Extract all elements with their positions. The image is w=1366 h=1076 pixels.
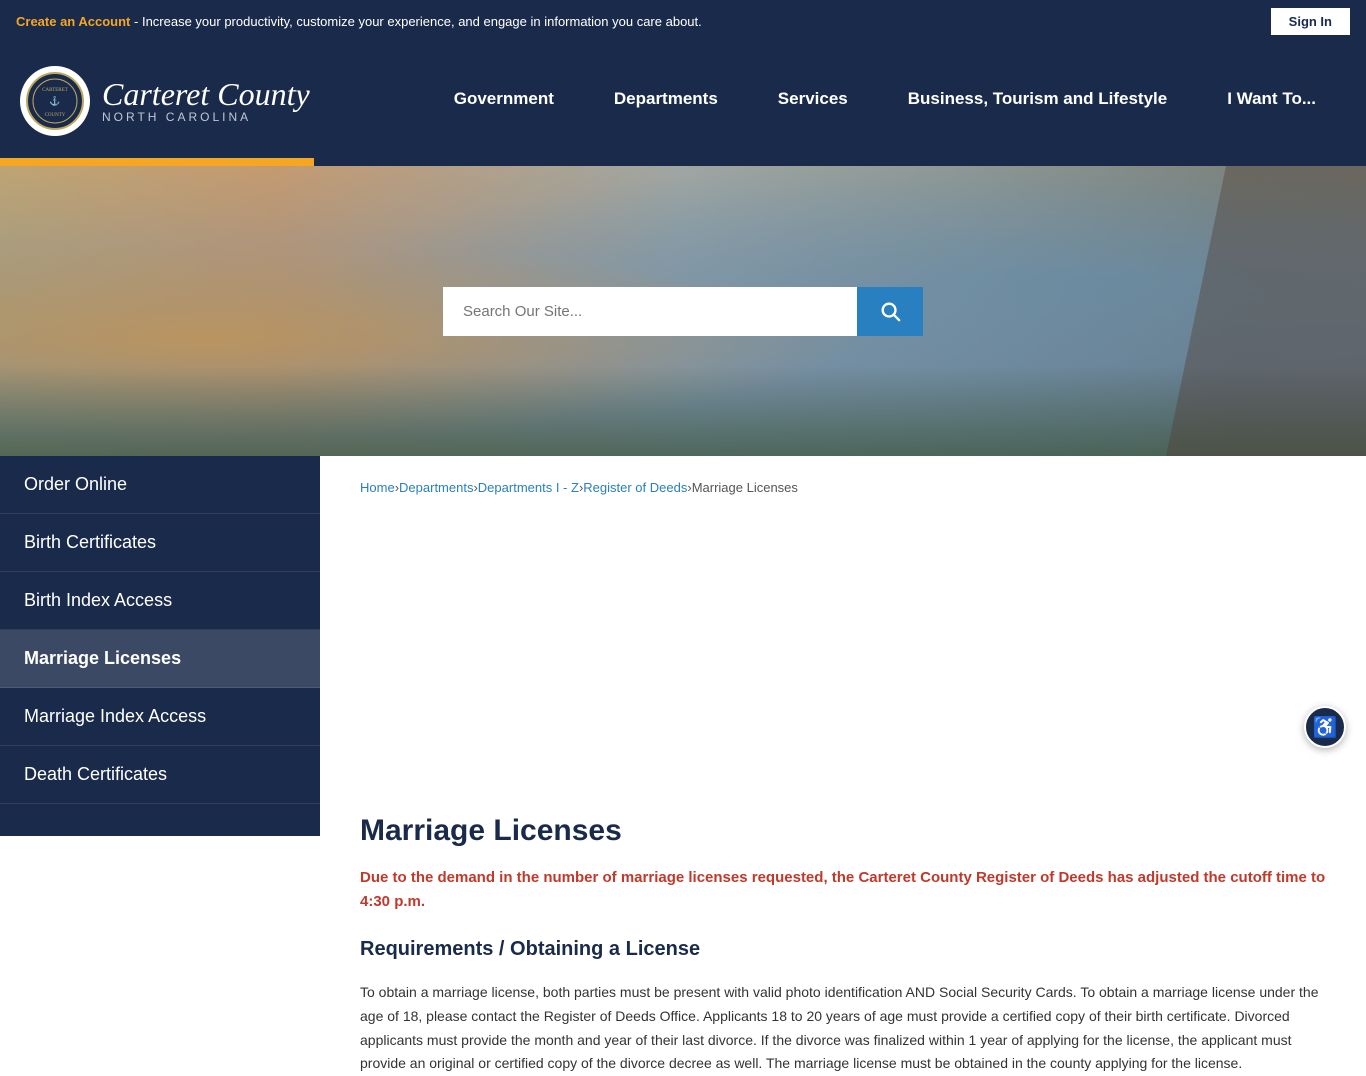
breadcrumb-departments-iz[interactable]: Departments I - Z xyxy=(478,480,579,796)
header: CARTERET COUNTY ⚓ Carteret County NORTH … xyxy=(0,43,1366,158)
sidebar-item-death-certificates[interactable]: Death Certificates xyxy=(0,746,320,804)
logo-text: Carteret County NORTH CAROLINA xyxy=(102,78,310,124)
sidebar-item-order-online[interactable]: Order Online xyxy=(0,456,320,514)
logo-circle: CARTERET COUNTY ⚓ xyxy=(20,66,90,136)
nav-item-departments[interactable]: Departments xyxy=(584,43,748,158)
breadcrumb: Home › Departments › Departments I - Z ›… xyxy=(360,480,1326,796)
search-input[interactable] xyxy=(443,287,857,336)
accessibility-button[interactable]: ♿ xyxy=(1304,706,1346,748)
svg-text:CARTERET: CARTERET xyxy=(42,88,68,93)
alert-text: Due to the demand in the number of marri… xyxy=(360,866,1326,914)
svg-text:⚓: ⚓ xyxy=(49,95,60,106)
search-box xyxy=(443,287,923,336)
nav-item-business[interactable]: Business, Tourism and Lifestyle xyxy=(878,43,1197,158)
page-title: Marriage Licenses xyxy=(360,814,1326,848)
nav-item-i-want-to[interactable]: I Want To... xyxy=(1197,43,1346,158)
top-bar-text: - Increase your productivity, customize … xyxy=(134,14,702,29)
breadcrumb-departments[interactable]: Departments xyxy=(399,480,473,796)
breadcrumb-register-of-deeds[interactable]: Register of Deeds xyxy=(583,480,687,796)
logo-seal-icon: CARTERET COUNTY ⚓ xyxy=(25,71,85,131)
create-account-link[interactable]: Create an Account xyxy=(16,14,130,29)
top-bar-message: Create an Account - Increase your produc… xyxy=(16,14,702,29)
search-icon xyxy=(879,300,901,322)
hero-grass xyxy=(0,366,1366,456)
logo-link[interactable]: CARTERET COUNTY ⚓ Carteret County NORTH … xyxy=(20,66,310,136)
main-content: Home › Departments › Departments I - Z ›… xyxy=(320,456,1366,836)
top-bar: Create an Account - Increase your produc… xyxy=(0,0,1366,43)
body-text: To obtain a marriage license, both parti… xyxy=(360,981,1326,1076)
hero-banner xyxy=(0,166,1366,456)
state-name: NORTH CAROLINA xyxy=(102,110,310,124)
main-nav: Government Departments Services Business… xyxy=(424,43,1346,158)
county-name: Carteret County xyxy=(102,78,310,110)
gold-bar xyxy=(0,158,1366,166)
main-container: Order Online Birth Certificates Birth In… xyxy=(0,456,1366,836)
breadcrumb-current: Marriage Licenses xyxy=(692,480,798,796)
nav-item-services[interactable]: Services xyxy=(748,43,878,158)
breadcrumb-home[interactable]: Home xyxy=(360,480,395,796)
sidebar-item-marriage-index-access[interactable]: Marriage Index Access xyxy=(0,688,320,746)
sidebar-item-birth-index-access[interactable]: Birth Index Access xyxy=(0,572,320,630)
svg-text:COUNTY: COUNTY xyxy=(45,113,66,118)
nav-item-government[interactable]: Government xyxy=(424,43,584,158)
sidebar-item-marriage-licenses[interactable]: Marriage Licenses xyxy=(0,630,320,688)
sign-in-button[interactable]: Sign In xyxy=(1271,8,1350,35)
sidebar: Order Online Birth Certificates Birth In… xyxy=(0,456,320,836)
sidebar-item-birth-certificates[interactable]: Birth Certificates xyxy=(0,514,320,572)
requirements-section-title: Requirements / Obtaining a License xyxy=(360,938,1326,967)
search-button[interactable] xyxy=(857,287,923,336)
